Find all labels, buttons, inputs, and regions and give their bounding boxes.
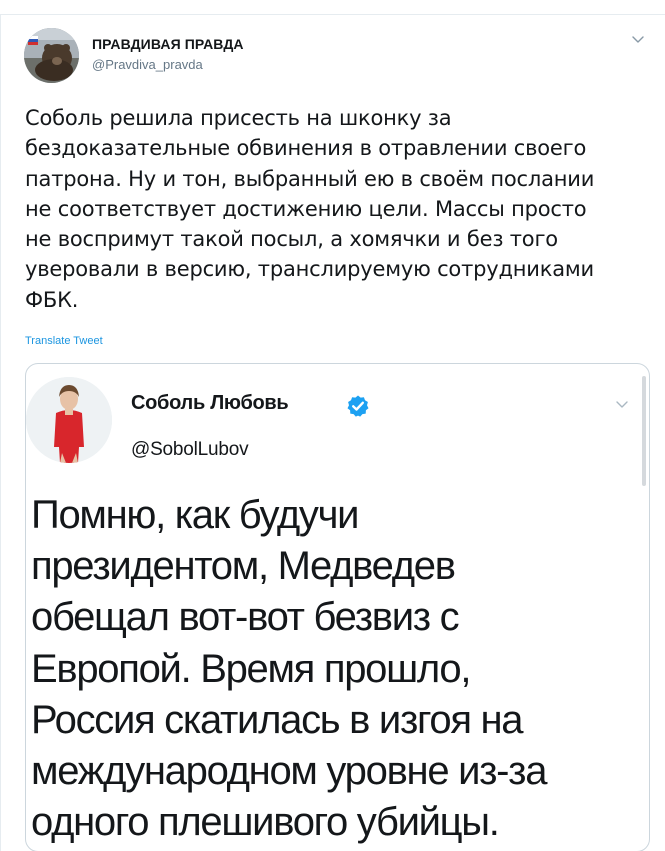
quoted-text-line: Помню, как будучи: [31, 493, 359, 537]
quoted-image-card[interactable]: Соболь Любовь @SobolLubov Помню, как буд…: [25, 363, 650, 851]
chevron-down-icon[interactable]: [631, 32, 645, 46]
verified-badge-icon: [347, 395, 369, 417]
quoted-author-handle: @SobolLubov: [131, 439, 249, 460]
tweet-text-line: уверовали в версию, транслируемую сотруд…: [25, 257, 594, 282]
tweet-text-line: ФБК.: [25, 287, 79, 312]
quoted-text-line: президентом, Медведев: [31, 544, 456, 589]
translate-tweet-link[interactable]: Translate Tweet: [25, 335, 103, 347]
tweet-text-line: бездоказательные обвинения в отравлении …: [25, 136, 587, 161]
quoted-author-name: Соболь Любовь: [131, 392, 289, 414]
author-avatar[interactable]: [24, 28, 79, 83]
tweet-text-line: не воспримут такой посыл, а хомячки и бе…: [25, 227, 558, 252]
left-divider: [0, 14, 1, 851]
chevron-down-icon: [616, 401, 628, 408]
quoted-text-line: международном уровне из-за: [31, 749, 547, 794]
quoted-author-avatar: [26, 377, 112, 463]
quoted-text-line: одного плешивого убийцы.: [31, 800, 500, 845]
quoted-text-line: обещал вот-вот безвиз с: [31, 595, 460, 640]
tweet-text-line: не соответствует достижению цели. Массы …: [25, 196, 587, 221]
author-handle[interactable]: @Pravdiva_pravda: [92, 57, 203, 72]
quoted-tweet-text: Помню, как будучи президентом, Медведев …: [31, 490, 631, 848]
quoted-text-line: Россия скатилась в изгоя на: [31, 697, 524, 742]
tweet-text-line: патрона. Ну и тон, выбранный ею в своём …: [25, 166, 595, 191]
tweet-text-line: Соболь решила присесть на шконку за: [25, 106, 452, 130]
card-scrollbar: [642, 376, 646, 486]
top-divider: [0, 14, 665, 15]
tweet-text: Соболь решила присесть на шконку за безд…: [25, 103, 640, 315]
quoted-text-line: Европой. Время прошло,: [31, 646, 471, 691]
author-name[interactable]: ПРАВДИВАЯ ПРАВДА: [92, 36, 244, 52]
